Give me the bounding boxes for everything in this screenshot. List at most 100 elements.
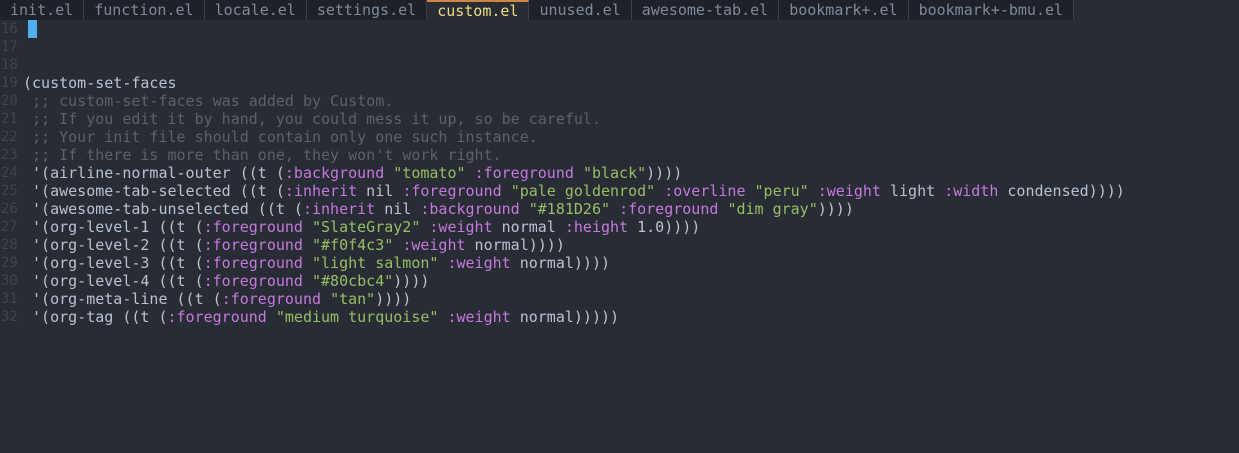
line-number: 31 xyxy=(1,291,18,307)
code-token: '(awesome-tab-selected ((t ( xyxy=(23,182,285,200)
code-line[interactable]: 30 '(org-level-4 ((t (:foreground "#80cb… xyxy=(0,272,429,290)
tab-bookmark-el[interactable]: bookmark+.el xyxy=(779,0,909,20)
code-line[interactable]: 28 '(org-level-2 ((t (:foreground "#f0f4… xyxy=(0,236,565,254)
keyword-token: :foreground xyxy=(619,200,719,218)
tab-unused-el[interactable]: unused.el xyxy=(529,0,632,20)
string-token: "peru" xyxy=(754,182,809,200)
keyword-token: :weight xyxy=(447,308,511,326)
code-line[interactable]: 19 (custom-set-faces xyxy=(0,74,177,92)
keyword-token: :foreground xyxy=(474,164,574,182)
code-token: '(org-level-1 ((t ( xyxy=(23,218,204,236)
code-token: normal xyxy=(492,218,565,236)
string-token: "pale goldenrod" xyxy=(510,182,656,200)
line-code xyxy=(23,20,37,38)
code-line[interactable]: 17 xyxy=(0,38,23,56)
code-token: '(org-level-3 ((t ( xyxy=(23,254,204,272)
keyword-token: :background xyxy=(284,164,385,182)
tab-bookmark-bmu-el[interactable]: bookmark+-bmu.el xyxy=(908,0,1075,20)
keyword-token: :inherit xyxy=(284,182,358,200)
code-line[interactable]: 31 '(org-meta-line ((t (:foreground "tan… xyxy=(0,290,411,308)
line-code: '(awesome-tab-selected ((t (:inherit nil… xyxy=(23,182,1125,200)
code-token: )))) xyxy=(375,290,412,308)
code-token: '(awesome-tab-unselected ((t ( xyxy=(23,200,303,218)
tab-init-el[interactable]: init.el xyxy=(0,0,85,20)
tab-locale-el[interactable]: locale.el xyxy=(204,0,307,20)
line-code: '(org-meta-line ((t (:foreground "tan"))… xyxy=(23,290,411,308)
code-line[interactable]: 18 xyxy=(0,56,23,74)
line-number: 26 xyxy=(1,201,18,217)
keyword-token: :background xyxy=(420,200,520,218)
line-number: 28 xyxy=(1,237,18,253)
code-line[interactable]: 24 '(airline-normal-outer ((t (:backgrou… xyxy=(0,164,682,182)
line-number: 17 xyxy=(1,39,18,55)
line-code: '(org-level-2 ((t (:foreground "#f0f4c3"… xyxy=(23,236,565,254)
code-line[interactable]: 32 '(org-tag ((t (:foreground "medium tu… xyxy=(0,308,619,326)
code-line[interactable]: 22 ;; Your init file should contain only… xyxy=(0,128,538,146)
code-line[interactable]: 26 '(awesome-tab-unselected ((t (:inheri… xyxy=(0,200,854,218)
code-line[interactable]: 21 ;; If you edit it by hand, you could … xyxy=(0,110,601,128)
tab-function-el[interactable]: function.el xyxy=(84,0,205,20)
keyword-token: :foreground xyxy=(203,272,303,290)
code-line[interactable]: 16 xyxy=(0,20,37,38)
line-code: ;; Your init file should contain only on… xyxy=(23,128,538,146)
code-line[interactable]: 20 ;; custom-set-faces was added by Cust… xyxy=(0,92,393,110)
line-number: 16 xyxy=(1,21,18,37)
keyword-token: :height xyxy=(564,218,629,236)
text-cursor xyxy=(28,20,37,38)
comment-token: ;; If there is more than one, they won't… xyxy=(23,146,502,164)
line-number: 25 xyxy=(1,183,18,199)
code-token: '(org-level-2 ((t ( xyxy=(23,236,204,254)
line-number: 19 xyxy=(1,75,18,91)
line-code: '(org-level-4 ((t (:foreground "#80cbc4"… xyxy=(23,272,429,290)
keyword-token: :weight xyxy=(817,182,881,200)
string-token: "medium turquoise" xyxy=(275,308,439,326)
line-code: (custom-set-faces xyxy=(23,74,177,92)
tab-awesome-tab-el[interactable]: awesome-tab.el xyxy=(631,0,780,20)
string-token: "black" xyxy=(582,164,647,182)
keyword-token: :overline xyxy=(664,182,746,200)
keyword-token: :weight xyxy=(429,218,493,236)
code-line[interactable]: 29 '(org-level-3 ((t (:foreground "light… xyxy=(0,254,610,272)
tab-list: init.el function.el locale.el settings.el cu… xyxy=(0,0,1075,20)
line-number: 29 xyxy=(1,255,18,271)
string-token: "dim gray" xyxy=(727,200,818,218)
string-token: "#f0f4c3" xyxy=(312,236,394,254)
keyword-token: :weight xyxy=(447,254,511,272)
code-line[interactable]: 27 '(org-level-1 ((t (:foreground "Slate… xyxy=(0,218,700,236)
code-line[interactable]: 23 ;; If there is more than one, they wo… xyxy=(0,146,502,164)
code-editor[interactable]: 16 17 18 19 (custom-set-faces 20 ;; custom-se… xyxy=(0,20,1239,453)
code-token: normal)))) xyxy=(465,236,565,254)
line-number: 21 xyxy=(1,111,18,127)
keyword-token: :foreground xyxy=(203,254,303,272)
line-number: 30 xyxy=(1,273,18,289)
code-token: (custom-set-faces xyxy=(23,74,177,92)
string-token: "#181D26" xyxy=(528,200,611,218)
code-token: '(org-tag ((t ( xyxy=(23,308,168,326)
comment-token: ;; If you edit it by hand, you could mes… xyxy=(23,110,601,128)
tab-custom-el[interactable]: custom.el xyxy=(427,0,530,20)
tab-settings-el[interactable]: settings.el xyxy=(306,0,428,20)
keyword-token: :foreground xyxy=(402,182,502,200)
line-code: '(org-level-3 ((t (:foreground "light sa… xyxy=(23,254,610,272)
code-token: 1.0)))) xyxy=(628,218,701,236)
code-token: )))) xyxy=(646,164,683,182)
code-token: condensed)))) xyxy=(998,182,1125,200)
line-number: 20 xyxy=(1,93,18,109)
keyword-token: :foreground xyxy=(167,308,267,326)
code-token: normal))))) xyxy=(510,308,620,326)
keyword-token: :foreground xyxy=(203,236,303,254)
code-line[interactable]: 25 '(awesome-tab-selected ((t (:inherit … xyxy=(0,182,1125,200)
line-number: 32 xyxy=(1,309,18,325)
code-token: normal)))) xyxy=(510,254,611,272)
